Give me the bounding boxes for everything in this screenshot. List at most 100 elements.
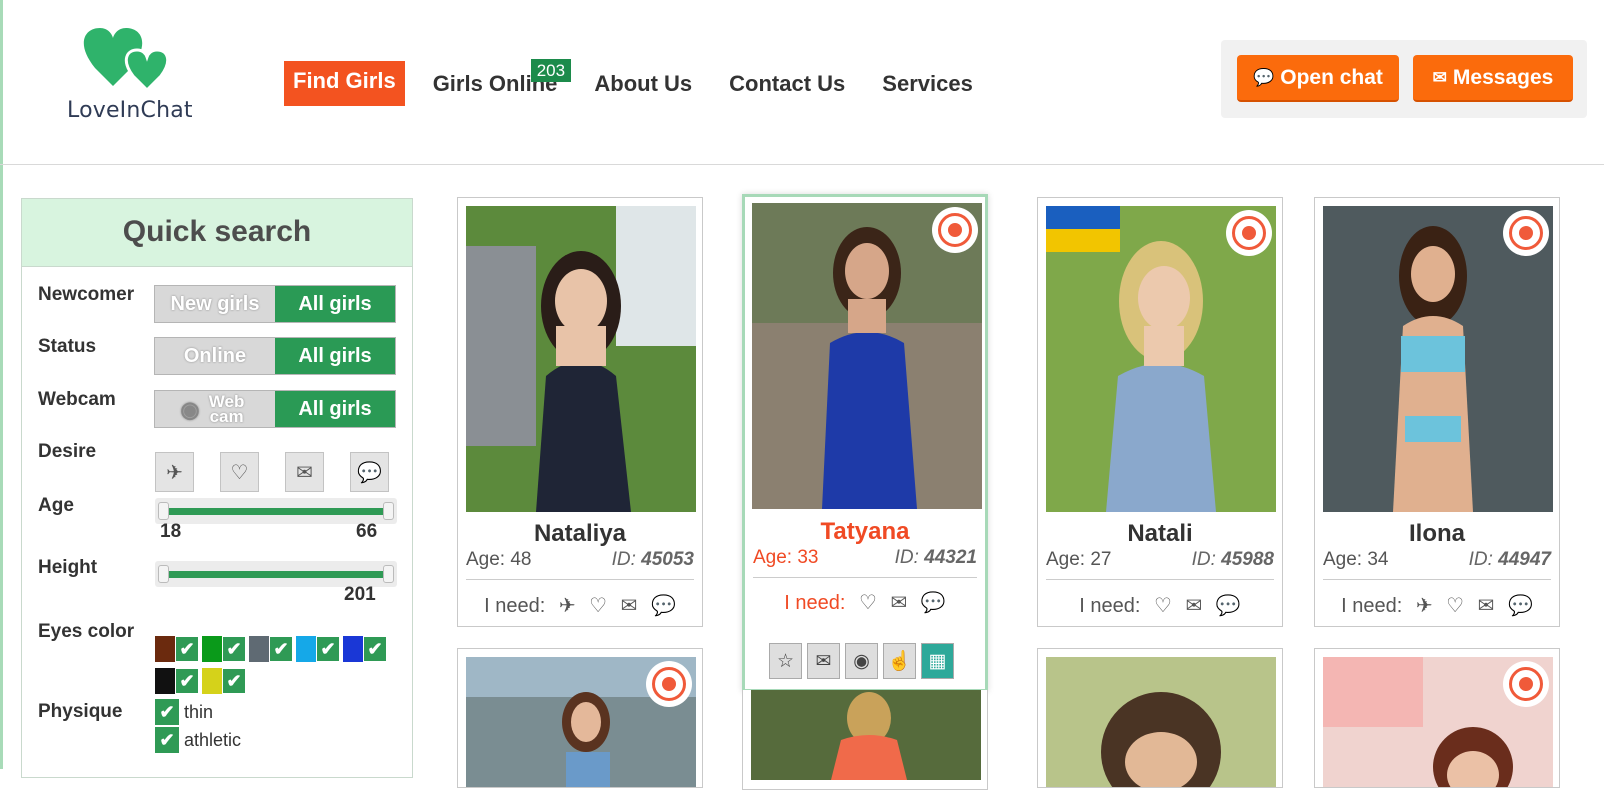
profile-name[interactable]: Tatyana: [745, 518, 985, 546]
card-divider: [1046, 579, 1274, 580]
profile-photo[interactable]: [466, 657, 696, 787]
check-icon: ✔: [269, 636, 293, 662]
age-min-handle[interactable]: [158, 502, 169, 520]
eye-color-swatch[interactable]: ✔: [249, 636, 296, 662]
height-max-handle[interactable]: [383, 565, 394, 583]
profile-age: Age: 33: [753, 547, 819, 568]
profile-photo[interactable]: [1046, 206, 1276, 512]
view-profile-eye-button[interactable]: ◉: [845, 643, 878, 679]
eye-color-swatch[interactable]: ✔: [202, 636, 249, 662]
chat-icon: ✉: [1477, 595, 1495, 617]
profile-card[interactable]: [1037, 648, 1283, 788]
rings-icon[interactable]: ♡: [220, 452, 259, 492]
profile-name[interactable]: Nataliya: [458, 520, 702, 548]
profile-photo[interactable]: [1323, 657, 1553, 787]
profile-photo[interactable]: [751, 690, 981, 780]
profile-age: Age: 27: [1046, 549, 1112, 570]
check-icon: ✔: [175, 668, 199, 694]
eye-color-swatch[interactable]: ✔: [202, 668, 249, 694]
webcam-icon: ◉: [180, 396, 200, 422]
nav-find-girls[interactable]: Find Girls: [284, 61, 405, 106]
age-slider-track: [163, 508, 389, 515]
profile-card-highlighted[interactable]: Tatyana Age: 33 ID: 44321 I need: ♡ ✉ 💬 …: [742, 194, 988, 692]
rings-icon: ♡: [1154, 595, 1172, 617]
profile-card[interactable]: [457, 648, 703, 788]
eyes-color-swatches: ✔ ✔ ✔ ✔ ✔ ✔ ✔: [155, 636, 400, 700]
webcam-option[interactable]: ◉ Web cam: [155, 391, 275, 427]
gift-button[interactable]: ▦: [921, 643, 954, 679]
needs-label: I need:: [1079, 595, 1141, 617]
new-girls-option[interactable]: New girls: [155, 286, 275, 322]
nav-services[interactable]: Services: [882, 71, 973, 97]
messages-button[interactable]: ✉ Messages: [1413, 55, 1573, 102]
profile-name[interactable]: Natali: [1038, 520, 1282, 548]
needs-label: I need:: [1341, 595, 1403, 617]
nav-girls-online[interactable]: Girls Online 203: [433, 58, 572, 97]
messages-label: Messages: [1452, 65, 1554, 89]
rings-icon: ♡: [589, 595, 608, 617]
eye-color-swatch[interactable]: ✔: [296, 636, 343, 662]
profile-name[interactable]: Ilona: [1315, 520, 1559, 548]
ukraine-flag-icon: [1046, 206, 1120, 252]
check-icon: ✔: [363, 636, 387, 662]
physique-label: Physique: [38, 701, 123, 722]
all-girls-webcam-option[interactable]: All girls: [275, 391, 395, 427]
status-toggle: Online All girls: [154, 337, 396, 375]
profile-photo[interactable]: [1323, 206, 1553, 512]
profile-card[interactable]: [1314, 648, 1560, 788]
physique-thin-label: thin: [184, 701, 214, 722]
profile-photo[interactable]: [466, 206, 696, 512]
site-header: LoveInChat Find Girls Girls Online 203 A…: [0, 0, 1604, 165]
like-thumb-button[interactable]: ☝: [883, 643, 916, 679]
conversation-icon[interactable]: 💬: [350, 452, 389, 492]
webcam-badge-icon[interactable]: [1503, 210, 1549, 256]
profile-id: ID: 44321: [894, 547, 977, 568]
profile-photo[interactable]: [752, 203, 982, 509]
favorite-star-button[interactable]: ☆: [769, 643, 802, 679]
profile-card[interactable]: Nataliya Age: 48 ID: 45053 I need: ✈ ♡ ✉…: [457, 197, 703, 627]
open-chat-button[interactable]: 💬 Open chat: [1237, 55, 1399, 102]
height-slider-track: [163, 571, 389, 578]
open-chat-label: Open chat: [1280, 65, 1383, 89]
physique-option-athletic[interactable]: ✔ athletic: [155, 727, 241, 753]
rings-icon: ♡: [1446, 595, 1465, 617]
eye-color-swatch[interactable]: ✔: [155, 668, 202, 694]
age-min-value: 18: [160, 521, 182, 542]
profile-card[interactable]: Ilona Age: 34 ID: 44947 I need: ✈ ♡ ✉ 💬: [1314, 197, 1560, 627]
nav-contact-us[interactable]: Contact Us: [729, 71, 845, 97]
all-girls-status-option[interactable]: All girls: [275, 338, 395, 374]
nav-about-us[interactable]: About Us: [594, 71, 692, 97]
profile-needs: I need: ♡ ✉ 💬: [1038, 593, 1282, 618]
profile-card[interactable]: Natali Age: 27 ID: 45988 I need: ♡ ✉ 💬: [1037, 197, 1283, 627]
card-divider: [1323, 579, 1551, 580]
profile-age: Age: 48: [466, 549, 532, 570]
webcam-option-label: Web cam: [208, 392, 245, 426]
online-option[interactable]: Online: [155, 338, 275, 374]
airplane-icon[interactable]: ✈: [155, 452, 194, 492]
send-letter-button[interactable]: ✉: [807, 643, 840, 679]
chat-icon[interactable]: ✉: [285, 452, 324, 492]
chat-icon: ✉: [1185, 595, 1203, 617]
logo-text[interactable]: LoveInChat: [67, 98, 193, 123]
age-max-handle[interactable]: [383, 502, 394, 520]
eye-color-swatch[interactable]: ✔: [343, 636, 390, 662]
profile-id: ID: 45053: [611, 549, 694, 570]
check-icon: ✔: [222, 668, 246, 694]
webcam-badge-icon[interactable]: [1226, 210, 1272, 256]
header-actions: 💬 Open chat ✉ Messages: [1221, 40, 1587, 118]
conversation-icon: 💬: [920, 592, 946, 614]
all-girls-newcomer-option[interactable]: All girls: [275, 286, 395, 322]
webcam-badge-icon[interactable]: [1503, 661, 1549, 707]
webcam-badge-icon[interactable]: [932, 207, 978, 253]
physique-option-thin[interactable]: ✔ thin: [155, 699, 213, 725]
height-min-handle[interactable]: [158, 565, 169, 583]
profile-needs: I need: ♡ ✉ 💬: [745, 590, 985, 615]
profile-photo[interactable]: [1046, 657, 1276, 787]
profile-card[interactable]: [742, 690, 988, 790]
eyes-color-label: Eyes color: [38, 621, 135, 642]
quick-search-title: Quick search: [22, 199, 412, 267]
height-label: Height: [38, 557, 98, 578]
eye-color-swatch[interactable]: ✔: [155, 636, 202, 662]
webcam-badge-icon[interactable]: [646, 661, 692, 707]
envelope-icon: ✉: [1432, 67, 1447, 87]
